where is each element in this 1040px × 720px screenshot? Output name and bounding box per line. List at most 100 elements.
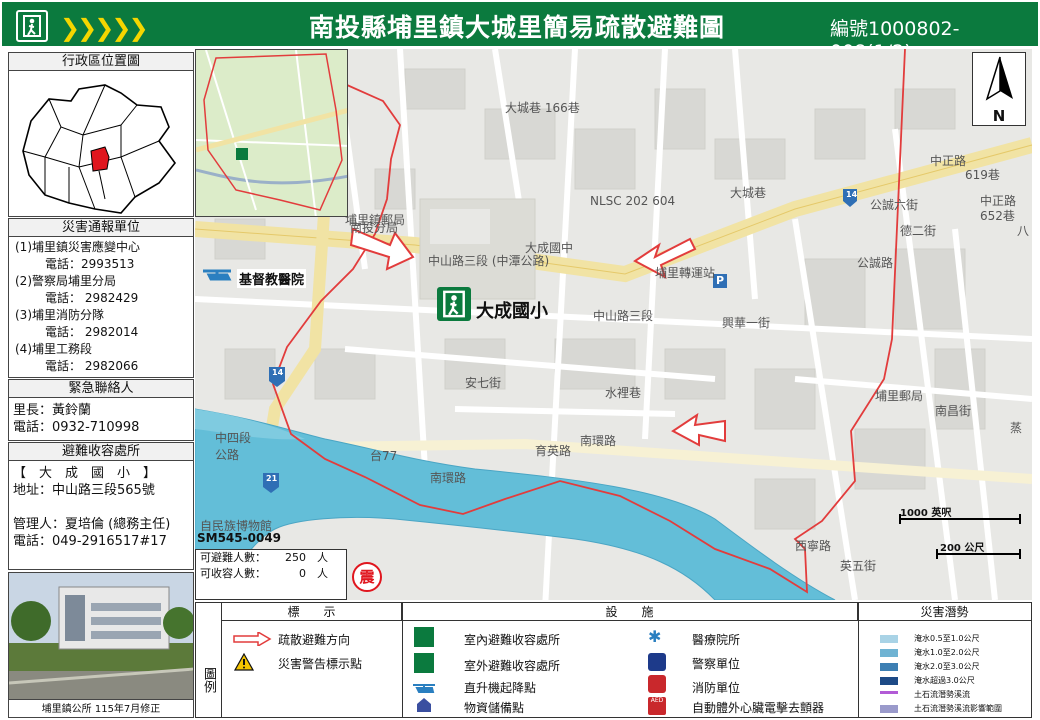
shelter-panel-title: 避難收容處所 bbox=[9, 443, 193, 461]
legend-label: 圖例 bbox=[196, 603, 222, 717]
road-label: 蒸 bbox=[1010, 421, 1023, 435]
road-label: 中正路 bbox=[930, 154, 967, 168]
contact-phone: 電話：2993513 bbox=[45, 257, 135, 271]
hazard-swatch bbox=[880, 705, 898, 713]
road-label: 大城巷 bbox=[730, 186, 767, 200]
road-label: 水裡巷 bbox=[605, 386, 642, 400]
road-label: NLSC 202 604 bbox=[590, 194, 676, 208]
road-label: 英五街 bbox=[840, 559, 877, 573]
legend: 圖例 標 示 設 施 災害潛勢 疏散避難方向 災害警告標示點 室內避難收容處所 … bbox=[195, 602, 1032, 718]
legend-facility-aed: 自動體外心臟電擊去顫器 bbox=[692, 701, 825, 715]
legend-facility-medical: 醫療院所 bbox=[692, 633, 741, 647]
parking-icon: P bbox=[716, 274, 725, 287]
scale-meters: 200 公尺 bbox=[940, 543, 985, 554]
road-label: 大成國中 bbox=[525, 241, 574, 255]
hazard-swatch bbox=[880, 691, 898, 694]
road-label: 興華一街 bbox=[722, 316, 771, 330]
hazard-label: 淹水1.0至2.0公尺 bbox=[914, 648, 980, 657]
road-label: 八 bbox=[1017, 224, 1030, 238]
title-bar: ❯❯❯❯❯ 南投縣埔里鎮大城里簡易疏散避難圖 編號1000802-008(1/2… bbox=[0, 0, 1040, 63]
legend-facility-police: 警察單位 bbox=[692, 657, 741, 671]
road-label: 德二街 bbox=[900, 224, 937, 238]
hospital-label: 基督教醫院 bbox=[237, 269, 307, 288]
shelter-name: 【 大 成 國 小 】 bbox=[13, 466, 157, 481]
legend-facility-supply: 物資儲備點 bbox=[464, 701, 525, 715]
supply-depot-icon bbox=[416, 697, 432, 717]
road-label: 南環路 bbox=[430, 471, 467, 485]
route-shield-21: 21 bbox=[266, 474, 278, 483]
fire-station-icon bbox=[648, 675, 666, 693]
legend-sign-warning: 災害警告標示點 bbox=[278, 657, 363, 671]
road-label: 安七街 bbox=[465, 376, 502, 390]
legend-sign-evac: 疏散避難方向 bbox=[278, 633, 351, 647]
evac-capacity: 250 bbox=[285, 551, 306, 564]
earthquake-badge: 震 bbox=[352, 562, 382, 592]
road-label: 中四段 bbox=[215, 431, 252, 445]
road-label: 619巷 bbox=[965, 168, 1000, 182]
inset-map[interactable] bbox=[195, 49, 348, 217]
route-shield-14: 14 bbox=[272, 368, 284, 377]
road-label: 南環路 bbox=[580, 434, 617, 448]
legend-header-facilities: 設 施 bbox=[402, 603, 858, 621]
contact-name: (4)埔里工務段 bbox=[15, 342, 92, 356]
aed-icon: AED bbox=[648, 697, 666, 715]
helipad-icon[interactable] bbox=[201, 267, 233, 283]
shelter-exit-icon bbox=[16, 10, 48, 42]
village-chief-phone: 電話：0932-710998 bbox=[13, 420, 140, 435]
shelter-panel: 避難收容處所 【 大 成 國 小 】 地址：中山路三段565號 管理人：夏培倫 … bbox=[8, 442, 194, 570]
indoor-shelter-icon[interactable] bbox=[437, 287, 471, 321]
contact-name: (1)埔里鎮災害應變中心 bbox=[15, 240, 140, 254]
hazard-label: 土石流潛勢溪流 bbox=[914, 690, 970, 699]
shelter-phone: 電話：049-2916517#17 bbox=[13, 534, 167, 549]
road-label: 西寧路 bbox=[795, 539, 832, 553]
road-label: 652巷 bbox=[980, 209, 1015, 223]
chevron-arrows-icon: ❯❯❯❯❯ bbox=[60, 14, 149, 42]
inset-map-base bbox=[196, 50, 347, 216]
district-location-map bbox=[22, 84, 177, 214]
page-title: 南投縣埔里鎮大城里簡易疏散避難圖 bbox=[308, 13, 725, 42]
shelter-address: 地址：中山路三段565號 bbox=[13, 483, 155, 498]
road-label: 埔里郵局 bbox=[875, 389, 924, 403]
legend-facility-indoor: 室內避難收容處所 bbox=[464, 633, 561, 647]
shelter-photo-panel: 埔里鎮公所 115年7月修正 bbox=[8, 572, 194, 718]
contact-phone: 電話： 2982066 bbox=[45, 359, 139, 373]
legend-facility-outdoor: 室外避難收容處所 bbox=[464, 659, 561, 673]
shelter-code: SM545-0049 bbox=[197, 531, 282, 545]
north-arrow-icon bbox=[985, 56, 1013, 101]
north-arrow: N bbox=[972, 52, 1026, 126]
school-photo bbox=[9, 573, 193, 699]
legend-header-hazards: 災害潛勢 bbox=[858, 603, 1031, 621]
road-label: 公誠路 bbox=[857, 256, 894, 270]
helipad-legend-icon bbox=[412, 679, 436, 693]
medical-icon: ✱ bbox=[648, 627, 662, 646]
outdoor-shelter-legend-icon bbox=[414, 653, 434, 673]
hazard-swatch bbox=[880, 677, 898, 685]
location-panel-title: 行政區位置圖 bbox=[9, 53, 193, 71]
shelter-capacity: 0 bbox=[299, 567, 306, 580]
warning-triangle-icon bbox=[233, 652, 255, 675]
north-label: N bbox=[992, 107, 1006, 125]
contact-phone: 電話： 2982429 bbox=[45, 291, 139, 305]
hazard-label: 土石流潛勢溪流影響範圍 bbox=[914, 704, 1002, 713]
road-label: 埔里轉運站 bbox=[655, 266, 716, 280]
legend-header-signs: 標 示 bbox=[222, 603, 402, 621]
road-label: 大城巷 166巷 bbox=[505, 101, 580, 115]
road-label: 南昌街 bbox=[935, 404, 972, 418]
road-label: 育英路 bbox=[535, 444, 572, 458]
hazard-label: 淹水超過3.0公尺 bbox=[914, 676, 975, 685]
hazard-swatch bbox=[880, 663, 898, 671]
emergency-panel-title: 緊急聯絡人 bbox=[9, 380, 193, 398]
contact-name: (2)警察局埔里分局 bbox=[15, 274, 116, 288]
legend-facility-fire: 消防單位 bbox=[692, 681, 741, 695]
hazard-label: 淹水2.0至3.0公尺 bbox=[914, 662, 980, 671]
capacity-box: 可避難人數： 250 人 可收容人數： 0 人 bbox=[195, 549, 347, 600]
legend-facility-helipad: 直升機起降點 bbox=[464, 681, 537, 695]
contact-name: (3)埔里消防分隊 bbox=[15, 308, 104, 322]
hazard-swatch bbox=[880, 635, 898, 643]
photo-caption: 埔里鎮公所 115年7月修正 bbox=[9, 699, 193, 717]
hazard-swatch bbox=[880, 649, 898, 657]
road-label: 中山路三段 bbox=[593, 309, 654, 323]
route-shield-14: 14 bbox=[846, 190, 858, 199]
contact-phone: 電話： 2982014 bbox=[45, 325, 139, 339]
road-label: 公誠六街 bbox=[870, 198, 919, 212]
